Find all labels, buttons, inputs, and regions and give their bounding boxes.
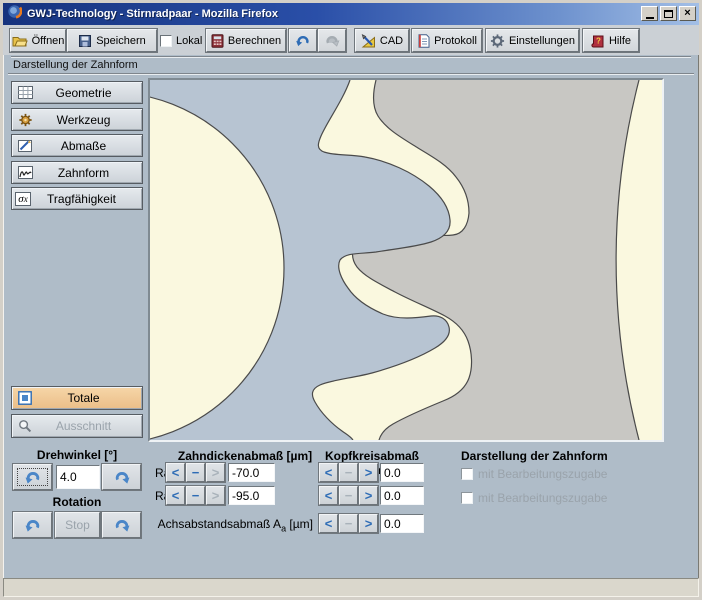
rad1-zahndicken-increment-button: > [206,463,225,482]
local-checkbox-group: Lokal [160,29,204,52]
header-divider [8,73,694,75]
firefox-icon [7,4,22,24]
calculate-button[interactable]: Berechnen [206,29,286,52]
rad2-kopfkreis-reset-button: − [339,486,358,505]
local-checkbox[interactable] [160,35,172,47]
open-button[interactable]: Öffnen [10,29,66,52]
zahndicken-header: Zahndickenabmaß [µm] [155,449,335,463]
open-folder-icon [12,34,28,48]
rotation-label: Rotation [13,495,141,509]
fit-view-icon [15,390,35,407]
app-window: GWJ-Technology - Stirnradpaar - Mozilla … [0,0,702,600]
floppy-disk-icon [78,34,92,48]
rad2-zahndicken-increment-button: > [206,486,225,505]
undo-button[interactable] [289,29,317,52]
maximize-button[interactable] [660,6,677,21]
toolbar: Öffnen Speichern Lokal Berechnen [3,25,699,55]
cw-arrow-icon [113,470,131,484]
document-icon [417,34,430,48]
sidebar-item-zahnform[interactable]: Zahnform [11,161,143,184]
sigma-icon: σx [15,192,31,206]
rad1-zahndicken-value[interactable] [228,463,275,482]
view-title: Darstellung der Zahnform [13,59,138,71]
totale-button[interactable]: Totale [11,386,143,410]
achsabstand-value[interactable] [380,514,424,533]
achsabstand-label: Achsabstandsabmaß Aa [µm] [153,517,313,533]
help-book-icon: ? [591,34,605,48]
rad2-kopfkreis-decrement-button[interactable]: < [319,486,338,505]
tool-gear-icon [15,111,35,128]
redo-button [318,29,346,52]
ccw-arrow-icon [24,470,42,484]
cad-button[interactable]: CAD [355,29,409,52]
rad1-zahndicken-reset-button[interactable]: − [186,463,205,482]
drehwinkel-input[interactable] [56,465,100,489]
rad1-kopfkreis-reset-button: − [339,463,358,482]
bearbeitungszugabe1-label: mit Bearbeitungszugabe [478,467,607,481]
rad2-zahndicken-reset-button[interactable]: − [186,486,205,505]
window-title: GWJ-Technology - Stirnradpaar - Mozilla … [27,8,278,20]
toothform-canvas[interactable] [148,78,664,442]
bearbeitungszugabe1-checkbox [461,468,473,480]
cw-arrow-icon [113,518,131,532]
sidebar-item-werkzeug[interactable]: Werkzeug [11,108,143,131]
rotation-cw-button[interactable] [102,512,141,538]
drehwinkel-label: Drehwinkel [°] [13,448,141,462]
rotate-cw-step-button[interactable] [102,464,141,490]
tooth-curve-icon [15,164,35,181]
protocol-button[interactable]: Protokoll [412,29,482,52]
grid-icon [15,84,35,101]
sidebar-item-tragfaehigkeit[interactable]: σx Tragfähigkeit [11,187,143,210]
rad2-zahndicken-value[interactable] [228,486,275,505]
calculator-icon [211,34,224,48]
rad2-kopfkreis-value[interactable] [380,486,424,505]
toolbar-divider [11,56,691,58]
local-checkbox-label: Lokal [176,35,202,47]
svg-text:?: ? [596,36,601,45]
sidebar-item-abmasse[interactable]: Abmaße [11,134,143,157]
pencil-measure-icon [15,137,35,154]
darstellung-panel-title: Darstellung der Zahnform [461,449,608,463]
minimize-button[interactable] [641,6,658,21]
achsabstand-increment-button[interactable]: > [359,514,378,533]
status-bar [3,578,699,597]
ausschnitt-button: Ausschnitt [11,414,143,438]
rad1-zahndicken-decrement-button[interactable]: < [166,463,185,482]
rad2-zahndicken-decrement-button[interactable]: < [166,486,185,505]
ccw-arrow-icon [24,518,42,532]
cad-icon [361,34,376,48]
rad1-kopfkreis-value[interactable] [380,463,424,482]
title-bar: GWJ-Technology - Stirnradpaar - Mozilla … [3,3,699,25]
rotation-ccw-button[interactable] [13,512,52,538]
bearbeitungszugabe2-checkbox [461,492,473,504]
achsabstand-decrement-button[interactable]: < [319,514,338,533]
sidebar-item-geometrie[interactable]: Geometrie [11,81,143,104]
rotate-ccw-step-button[interactable] [13,464,52,490]
rad1-kopfkreis-decrement-button[interactable]: < [319,463,338,482]
help-button[interactable]: ? Hilfe [583,29,639,52]
rotation-stop-button: Stop [55,512,100,538]
achsabstand-reset-button: − [339,514,358,533]
bearbeitungszugabe2-row: mit Bearbeitungszugabe [461,491,607,505]
bearbeitungszugabe2-label: mit Bearbeitungszugabe [478,491,607,505]
rad2-kopfkreis-increment-button[interactable]: > [359,486,378,505]
gear-icon [490,34,505,48]
rad1-kopfkreis-increment-button[interactable]: > [359,463,378,482]
redo-icon [324,34,340,47]
settings-button[interactable]: Einstellungen [486,29,579,52]
close-button[interactable]: × [679,6,696,21]
undo-icon [295,34,311,47]
bearbeitungszugabe1-row: mit Bearbeitungszugabe [461,467,607,481]
save-button[interactable]: Speichern [67,29,157,52]
magnifier-icon [15,418,35,435]
